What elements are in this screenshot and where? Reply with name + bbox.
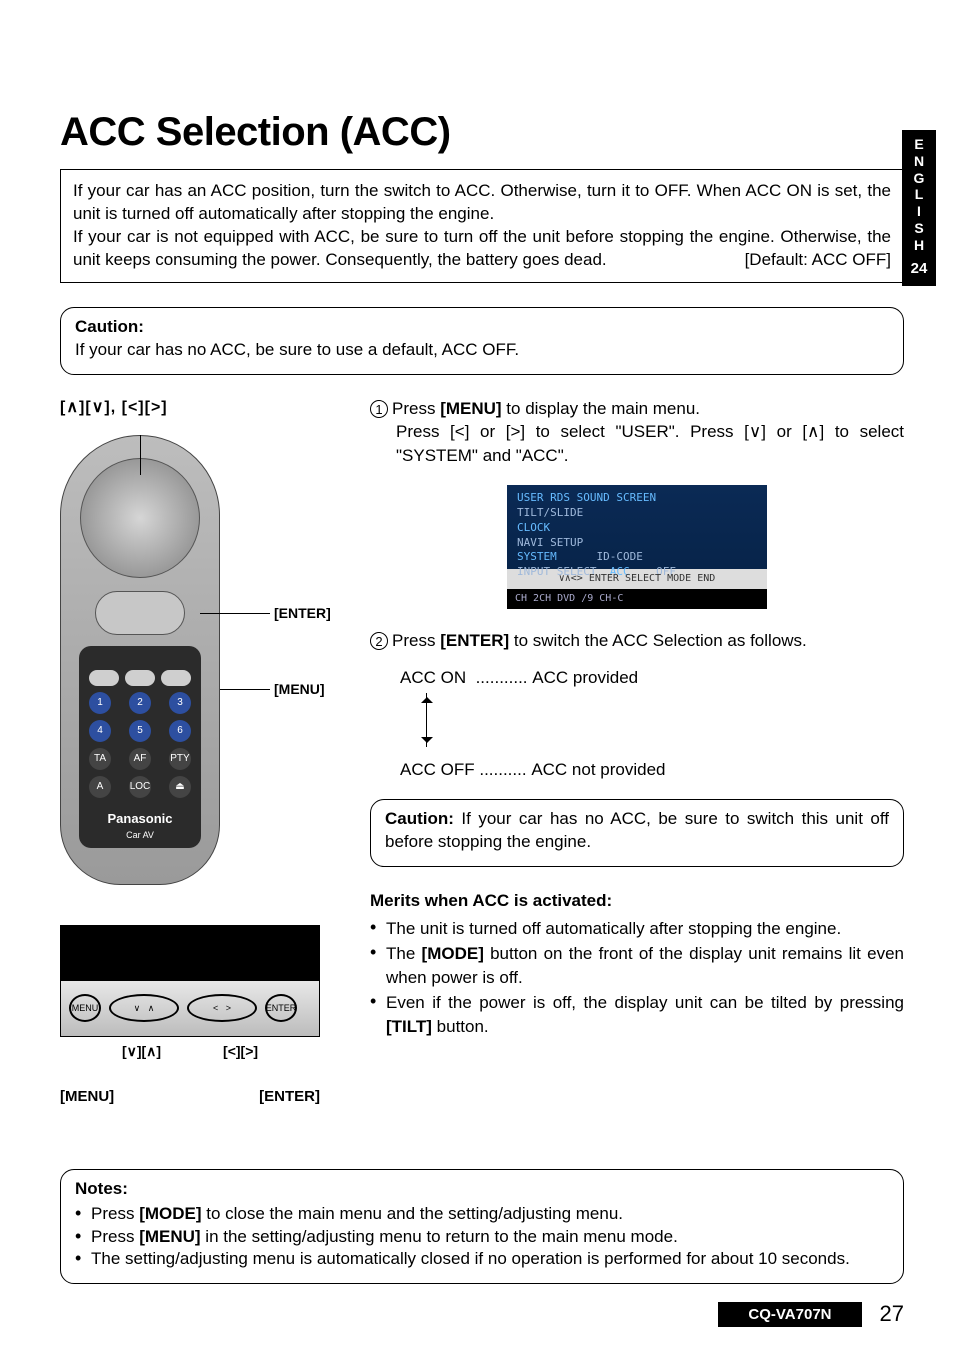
page-number: 27	[880, 1301, 904, 1327]
step-1: 1Press [MENU] to display the main menu. …	[370, 397, 904, 467]
merits-title: Merits when ACC is activated:	[370, 891, 612, 910]
osd-screenshot: USER RDS SOUND SCREEN TILT/SLIDE CLOCK N…	[507, 485, 767, 609]
section-number: 24	[902, 260, 936, 278]
merit-3: Even if the power is off, the display un…	[370, 991, 904, 1038]
remote-body: 123 456 TAAFPTY ALOC⏏ Panasonic Car AV	[60, 435, 220, 885]
model-badge: CQ-VA707N	[718, 1302, 861, 1327]
page-title: ACC Selection (ACC)	[60, 110, 904, 155]
remote-brand: Panasonic	[61, 811, 219, 826]
merit-1: The unit is turned off automatically aft…	[370, 917, 904, 940]
page-footer: CQ-VA707N 27	[60, 1301, 904, 1327]
step-num-1: 1	[370, 400, 388, 418]
unit-screen	[60, 925, 320, 981]
enter-callout: [ENTER]	[274, 605, 331, 621]
note-3: The setting/adjusting menu is automatica…	[75, 1248, 889, 1271]
remote-figure: 123 456 TAAFPTY ALOC⏏ Panasonic Car AV […	[60, 435, 350, 885]
step-num-2: 2	[370, 632, 388, 650]
remote-dpad	[80, 458, 200, 578]
default-label: [Default: ACC OFF]	[745, 249, 891, 272]
unit-menu-label: [MENU]	[60, 1088, 114, 1105]
manual-page: ENGLISH 24 ACC Selection (ACC) If your c…	[0, 0, 954, 1349]
right-column: 1Press [MENU] to display the main menu. …	[350, 397, 904, 1105]
intro-p2: If your car is not equipped with ACC, be…	[73, 226, 891, 272]
notes-box: Notes: Press [MODE] to close the main me…	[60, 1169, 904, 1285]
merit-2: The [MODE] button on the front of the di…	[370, 942, 904, 989]
head-unit-figure: MENU ∨ ∧ < > ENTER [∨][∧] [<][>] [MENU] …	[60, 925, 320, 1105]
intro-box: If your car has an ACC position, turn th…	[60, 169, 904, 283]
caution-box-mid: Caution: If your car has no ACC, be sure…	[370, 799, 904, 867]
caution-text: If your car has no ACC, be sure to use a…	[75, 340, 519, 359]
caution-label: Caution:	[75, 317, 144, 336]
note-1: Press [MODE] to close the main menu and …	[75, 1203, 889, 1226]
unit-keys-left: [∨][∧]	[122, 1043, 161, 1060]
left-column: [∧][∨], [<][>] 123 456 TAAFPTY ALOC⏏ Pan…	[60, 397, 350, 1105]
step-1-detail: Press [<] or [>] to select "USER". Press…	[370, 420, 904, 467]
acc-state-diagram: ACC ON ........... ACC provided ACC OFF …	[400, 666, 904, 781]
notes-title: Notes:	[75, 1179, 128, 1198]
updown-arrow-icon	[426, 693, 450, 747]
caution-box-top: Caution: If your car has no ACC, be sure…	[60, 307, 904, 375]
unit-panel: MENU ∨ ∧ < > ENTER	[60, 981, 320, 1037]
unit-keys-right: [<][>]	[223, 1043, 258, 1060]
language-letters: ENGLISH	[902, 136, 936, 254]
intro-p1: If your car has an ACC position, turn th…	[73, 180, 891, 226]
nav-keys-label: [∧][∨], [<][>]	[60, 397, 350, 417]
step-2: 2Press [ENTER] to switch the ACC Selecti…	[370, 629, 904, 652]
unit-enter-label: [ENTER]	[259, 1088, 320, 1105]
menu-callout: [MENU]	[274, 681, 325, 697]
note-2: Press [MENU] in the setting/adjusting me…	[75, 1226, 889, 1249]
remote-enter-button	[95, 591, 185, 635]
remote-subbrand: Car AV	[61, 830, 219, 840]
language-tab: ENGLISH 24	[902, 130, 936, 286]
merits-section: Merits when ACC is activated: The unit i…	[370, 889, 904, 1038]
